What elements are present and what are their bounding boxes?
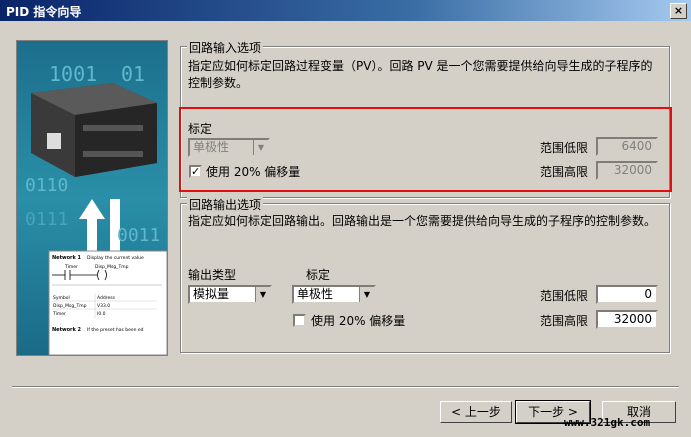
network2-label: Network 2 — [52, 327, 82, 333]
back-button[interactable]: < 上一步 — [440, 401, 512, 423]
network2-comment: If the preset has been ed — [87, 327, 144, 333]
output-scaling-select[interactable]: 单极性 ▼ — [292, 285, 376, 304]
chevron-down-icon: ▼ — [255, 287, 270, 302]
symbol-table-cell: Address — [97, 295, 116, 301]
network1-label: Network 1 — [52, 255, 82, 261]
binary-text-mid: 0110 — [25, 175, 68, 196]
loop-input-options-title: 回路输入选项 — [187, 39, 264, 56]
binary-text-top-right: 01 — [121, 62, 145, 86]
binary-text-top: 1001 — [49, 62, 97, 86]
loop-output-options-title: 回路输出选项 — [187, 196, 264, 213]
output-type-select[interactable]: 模拟量 ▼ — [188, 285, 272, 304]
highlight-box — [179, 107, 672, 192]
binary-text-mid-right: 0011 — [117, 225, 160, 246]
window-title: PID 指令向导 — [6, 5, 82, 19]
close-button[interactable]: × — [670, 3, 687, 19]
output-high-field[interactable]: 32000 — [596, 310, 658, 329]
output-low-field[interactable]: 0 — [596, 285, 658, 304]
symbol-table-cell: Disp_Msg_Tmp — [53, 303, 87, 309]
output-offset-label: 使用 20% 偏移量 — [311, 314, 406, 328]
output-low-label: 范围低限 — [540, 289, 589, 303]
symbol-table-cell: Timer — [52, 311, 66, 317]
loop-input-description: 指定应如何标定回路过程变量（PV）。回路 PV 是一个您需要提供给向导生成的子程… — [188, 59, 653, 90]
output-type-label: 输出类型 — [188, 268, 237, 282]
coil-label: Disp_Msg_Tmp — [95, 264, 129, 270]
symbol-table-cell: I0.0 — [97, 311, 106, 317]
output-scaling-value: 单极性 — [297, 287, 334, 301]
title-bar: PID 指令向导 × — [0, 0, 691, 21]
output-high-label: 范围高限 — [540, 314, 589, 328]
output-type-value: 模拟量 — [193, 287, 230, 301]
chevron-down-icon: ▼ — [359, 287, 374, 302]
network1-comment: Display the current value — [87, 255, 144, 261]
footer-separator — [12, 386, 679, 388]
symbol-table-cell: Symbol — [53, 295, 70, 301]
wizard-illustration: 1001 01 0110 0011 0111 Network 1 Display… — [16, 40, 168, 356]
output-scaling-label: 标定 — [306, 268, 331, 282]
loop-output-description: 指定应如何标定回路输出。回路输出是一个您需要提供给向导生成的子程序的控制参数。 — [188, 214, 657, 228]
contact-label: Timer — [64, 264, 78, 270]
plc-illustration-graphic: 1001 01 0110 0011 0111 Network 1 Display… — [17, 41, 167, 355]
site-watermark: www.321gk.com — [564, 416, 651, 429]
output-offset-checkbox[interactable] — [293, 314, 306, 327]
binary-text-low: 0111 — [25, 209, 68, 230]
symbol-table-cell: V33.0 — [97, 303, 110, 309]
